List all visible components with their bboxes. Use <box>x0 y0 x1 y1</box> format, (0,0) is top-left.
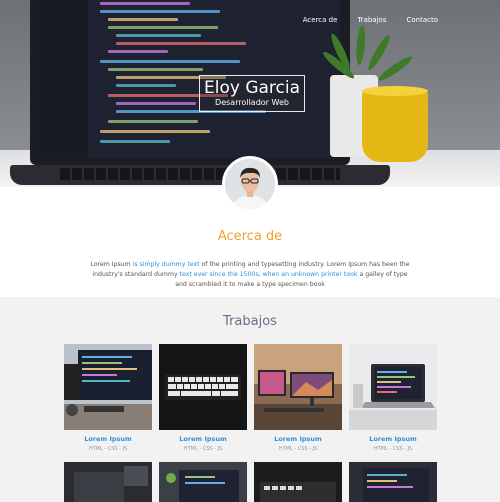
project-thumbnail[interactable] <box>349 462 437 502</box>
project-title[interactable]: Lorem Ipsum <box>254 435 342 443</box>
yellow-mug-image <box>362 88 428 162</box>
project-card[interactable] <box>64 462 152 502</box>
project-card[interactable] <box>254 462 342 502</box>
project-thumbnail[interactable] <box>254 344 342 430</box>
avatar <box>222 156 278 212</box>
project-card[interactable]: Lorem Ipsum HTML - CSS - JS <box>254 344 342 452</box>
project-thumbnail[interactable] <box>349 344 437 430</box>
work-section: Trabajos Lorem Ipsum HTML - CSS - JS Lor… <box>0 297 500 502</box>
hero-title-box: Eloy Garcia Desarrollador Web <box>199 75 305 112</box>
project-card[interactable]: Lorem Ipsum HTML - CSS - JS <box>159 344 247 452</box>
project-thumbnail[interactable] <box>254 462 342 502</box>
avatar-photo <box>225 159 275 209</box>
project-thumbnail[interactable] <box>159 344 247 430</box>
project-thumbnail[interactable] <box>64 344 152 430</box>
main-nav: Acerca de Trabajos Contacto <box>303 16 438 24</box>
project-card[interactable]: Lorem Ipsum HTML - CSS - JS <box>64 344 152 452</box>
project-tags: HTML - CSS - JS <box>373 446 413 452</box>
about-heading: Acerca de <box>217 229 283 244</box>
project-tags: HTML - CSS - JS <box>183 446 223 452</box>
project-title[interactable]: Lorem Ipsum <box>349 435 437 443</box>
project-title[interactable]: Lorem Ipsum <box>159 435 247 443</box>
project-grid: Lorem Ipsum HTML - CSS - JS Lorem Ipsum … <box>64 344 438 502</box>
project-card[interactable] <box>349 462 437 502</box>
project-title[interactable]: Lorem Ipsum <box>64 435 152 443</box>
about-highlight-1: is simply dummy text <box>132 261 200 269</box>
project-tags: HTML - CSS - JS <box>278 446 318 452</box>
nav-link-work[interactable]: Trabajos <box>357 16 386 24</box>
nav-link-about[interactable]: Acerca de <box>303 16 338 24</box>
nav-link-contact[interactable]: Contacto <box>406 16 438 24</box>
project-card[interactable]: Lorem Ipsum HTML - CSS - JS <box>349 344 437 452</box>
work-heading: Trabajos <box>223 314 277 329</box>
project-thumbnail[interactable] <box>159 462 247 502</box>
project-tags: HTML - CSS - JS <box>88 446 128 452</box>
about-paragraph: Lorem Ipsum is simply dummy text of the … <box>90 261 410 289</box>
hero-role: Desarrollador Web <box>215 98 289 107</box>
hero-name: Eloy Garcia <box>203 78 301 98</box>
project-thumbnail[interactable] <box>64 462 152 502</box>
about-highlight-2: text ever since the 1500s, when an unkno… <box>179 271 358 279</box>
project-card[interactable] <box>159 462 247 502</box>
